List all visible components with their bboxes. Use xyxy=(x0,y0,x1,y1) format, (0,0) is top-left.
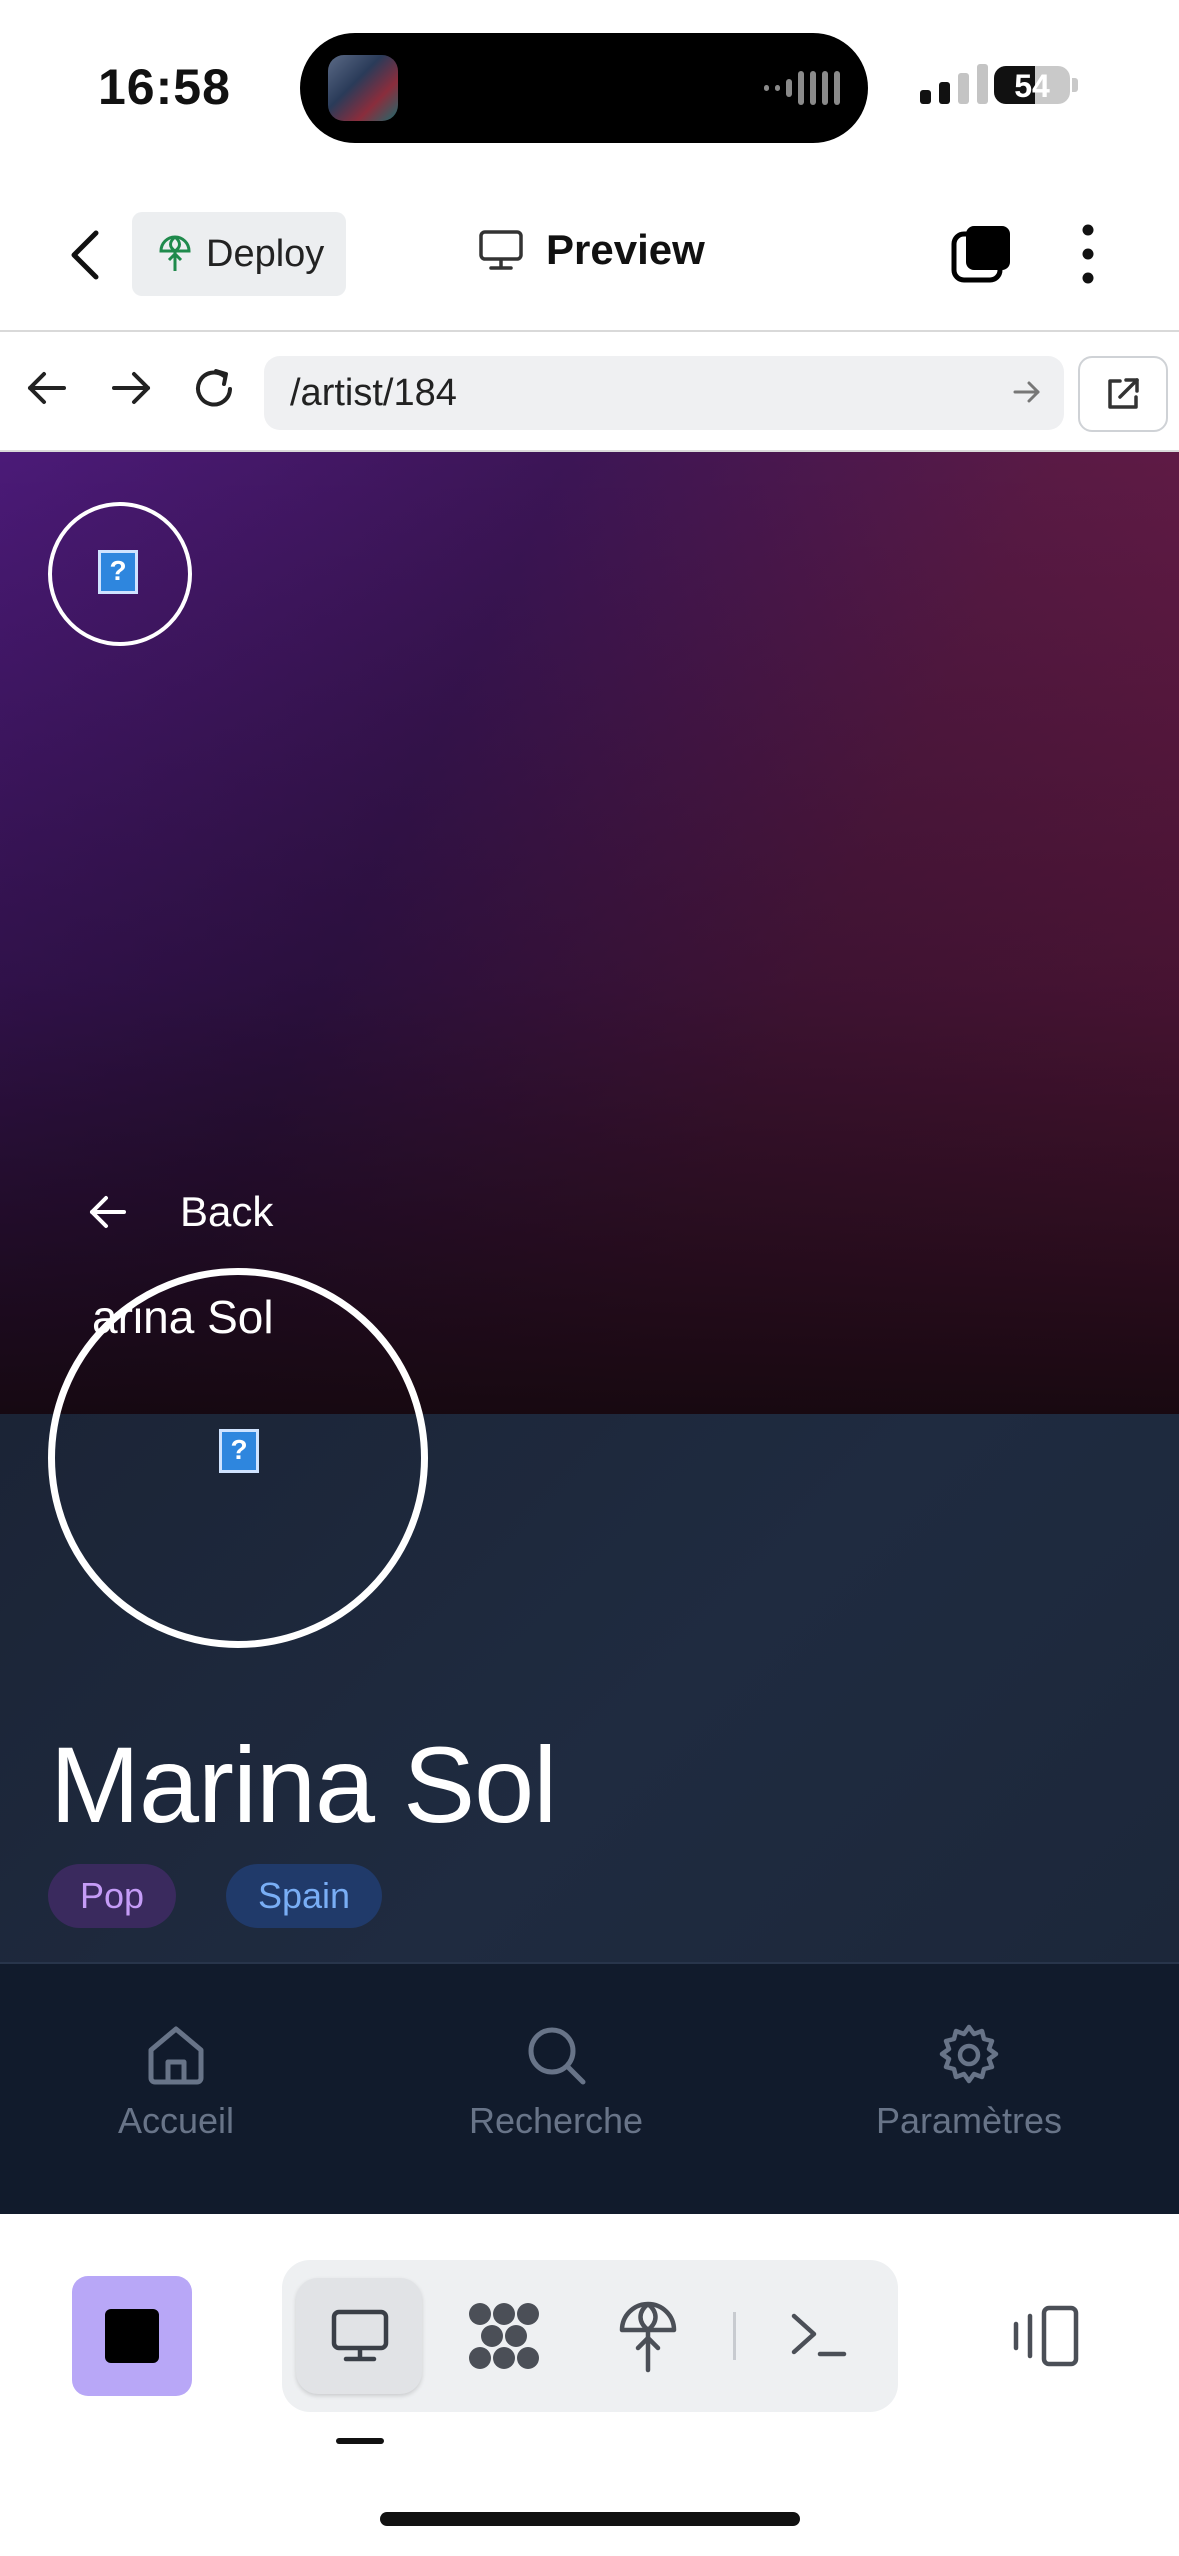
active-view-indicator xyxy=(336,2438,384,2444)
broken-image-icon: ? xyxy=(98,550,138,594)
workflow-icon[interactable] xyxy=(466,2300,542,2372)
deploy-button[interactable]: Deploy xyxy=(132,212,346,296)
stop-button[interactable] xyxy=(72,2276,192,2396)
preview-label: Preview xyxy=(546,226,705,273)
deploy-icon xyxy=(159,235,191,271)
home-indicator[interactable] xyxy=(380,2512,800,2526)
preview-view-button[interactable] xyxy=(296,2278,422,2394)
monitor-icon xyxy=(479,230,523,270)
battery-percent: 54 xyxy=(1014,68,1050,104)
go-arrow-icon[interactable] xyxy=(1012,378,1042,406)
cellular-signal-icon xyxy=(920,64,988,104)
gear-icon xyxy=(939,2024,999,2084)
back-button[interactable]: Back xyxy=(88,1188,273,1236)
deploy-icon[interactable] xyxy=(618,2298,678,2374)
battery-icon: 54 xyxy=(994,66,1070,104)
broken-image-icon: ? xyxy=(219,1429,259,1473)
external-link-icon xyxy=(1108,378,1139,409)
tab-label: Accueil xyxy=(117,2100,235,2141)
url-input[interactable]: /artist/184 xyxy=(264,356,1064,430)
deploy-label: Deploy xyxy=(206,232,325,275)
tab-label: Paramètres xyxy=(875,2100,1063,2141)
layers-icon[interactable] xyxy=(950,222,1014,286)
tab-label: Recherche xyxy=(468,2100,644,2141)
home-icon xyxy=(148,2026,204,2085)
more-vertical-icon[interactable] xyxy=(1074,222,1102,286)
hero-avatar: ? xyxy=(48,502,192,646)
toolbar-divider xyxy=(733,2312,736,2360)
artist-name: Marina Sol xyxy=(50,1724,557,1845)
back-label: Back xyxy=(180,1188,274,1235)
tab-accueil[interactable]: Accueil xyxy=(106,2022,246,2142)
status-time: 16:58 xyxy=(98,59,231,115)
terminal-icon[interactable] xyxy=(788,2308,848,2364)
dynamic-island[interactable] xyxy=(300,33,868,143)
preview-tab[interactable]: Preview xyxy=(478,226,705,274)
arrow-right-icon[interactable] xyxy=(108,368,154,408)
country-tag[interactable]: Spain xyxy=(226,1864,383,1928)
arrow-left-icon[interactable] xyxy=(24,368,70,408)
reload-icon[interactable] xyxy=(190,366,238,412)
artist-avatar: ? xyxy=(48,1268,428,1648)
open-external-button[interactable] xyxy=(1078,356,1168,432)
audio-waveform-icon xyxy=(764,71,840,105)
device-rotate-icon[interactable] xyxy=(1010,2304,1082,2368)
back-chevron-icon[interactable] xyxy=(66,227,106,283)
url-text: /artist/184 xyxy=(290,372,457,414)
stop-icon xyxy=(105,2309,159,2363)
tab-recherche[interactable]: Recherche xyxy=(456,2022,656,2142)
tab-parametres[interactable]: Paramètres xyxy=(864,2022,1074,2142)
now-playing-artwork xyxy=(328,55,398,121)
arrow-left-icon xyxy=(90,1196,126,1228)
genre-tag[interactable]: Pop xyxy=(48,1864,177,1928)
battery-nub xyxy=(1072,78,1078,92)
monitor-icon xyxy=(331,2309,389,2362)
search-icon xyxy=(528,2027,586,2085)
